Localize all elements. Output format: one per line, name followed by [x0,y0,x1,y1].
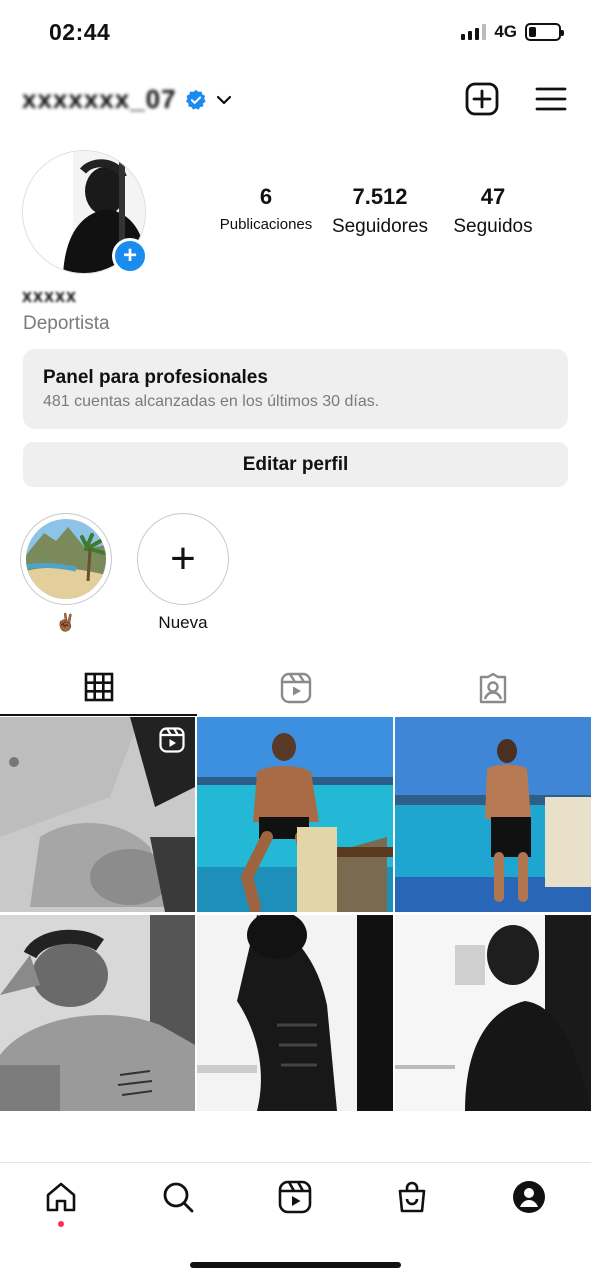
post-thumbnail[interactable] [0,717,195,912]
post-image [395,915,591,1111]
status-indicators: 4G [461,22,564,42]
highlight-label: Nueva [158,613,208,632]
highlight-ring: + [137,513,229,605]
nav-profile[interactable] [511,1179,547,1215]
add-story-button[interactable]: + [112,238,148,274]
nav-search[interactable] [160,1179,196,1215]
search-icon [163,1182,194,1213]
signal-icon [461,24,487,40]
post-image [395,717,591,912]
highlight-ring [20,513,112,605]
bottom-navigation [0,1162,591,1232]
stat-label: Seguidos [453,216,533,237]
nav-home[interactable] [43,1179,79,1215]
story-highlight[interactable]: ✌🏾 [20,513,112,633]
plus-icon: + [170,534,196,583]
reels-icon [280,672,311,704]
hamburger-menu-icon[interactable] [534,82,568,116]
profile-header: xxxxxxx_07 [0,78,591,122]
verified-badge-icon [185,89,206,110]
stat-value: 47 [480,184,506,209]
profile-avatar[interactable]: + [22,150,148,274]
notification-dot [58,1221,64,1227]
status-time: 02:44 [49,19,111,45]
nav-reels[interactable] [277,1179,313,1215]
username: xxxxxxx_07 [22,84,177,114]
panel-subtitle: 481 cuentas alcanzadas en los últimos 30… [43,393,380,410]
post-thumbnail[interactable] [197,915,393,1111]
post-image [197,717,393,912]
post-thumbnail[interactable] [395,915,591,1111]
highlight-cover [26,519,106,599]
edit-profile-button[interactable]: Editar perfil [23,442,568,487]
profile-stats: 6 Publicaciones 7.512 Seguidores 47 Segu… [210,184,560,244]
status-bar: 02:44 4G [0,0,591,64]
home-indicator [190,1262,401,1268]
shop-icon [398,1181,426,1213]
panel-title: Panel para profesionales [43,367,268,388]
tagged-icon [479,672,506,704]
highlight-label: ✌🏾 [55,613,77,632]
new-highlight-button[interactable]: + Nueva [137,513,229,633]
battery-icon [525,23,564,41]
plus-square-icon[interactable] [465,82,499,116]
nav-shop[interactable] [394,1179,430,1215]
home-icon [46,1182,76,1212]
post-thumbnail[interactable] [395,717,591,912]
chevron-down-icon [216,95,231,104]
stat-value: 6 [259,184,273,209]
reels-icon [278,1180,312,1214]
grid-icon [84,672,113,702]
reel-badge-icon [159,727,185,753]
post-thumbnail[interactable] [197,717,393,912]
stat-label: Seguidores [331,216,429,237]
tab-reels[interactable] [197,660,394,716]
post-image [197,915,393,1111]
profile-category: Deportista [23,313,110,334]
posts-grid [0,717,591,1111]
tab-tagged[interactable] [394,660,591,716]
profile-icon [513,1181,545,1213]
stat-label: Publicaciones [219,216,313,233]
display-name: xxxxx [22,286,78,306]
tab-posts-grid[interactable] [0,660,197,716]
post-image [0,915,195,1111]
profile-tabs [0,660,591,716]
stat-value: 7.512 [352,184,408,209]
battery-level [529,27,536,37]
professional-dashboard-panel[interactable]: Panel para profesionales 481 cuentas alc… [23,349,568,429]
account-switcher[interactable]: xxxxxxx_07 [22,84,233,115]
stat-following[interactable]: 47 Seguidos [448,184,538,238]
network-type: 4G [494,22,517,41]
stat-followers[interactable]: 7.512 Seguidores [328,184,432,238]
post-thumbnail[interactable] [0,915,195,1111]
stat-posts[interactable]: 6 Publicaciones [215,184,317,233]
